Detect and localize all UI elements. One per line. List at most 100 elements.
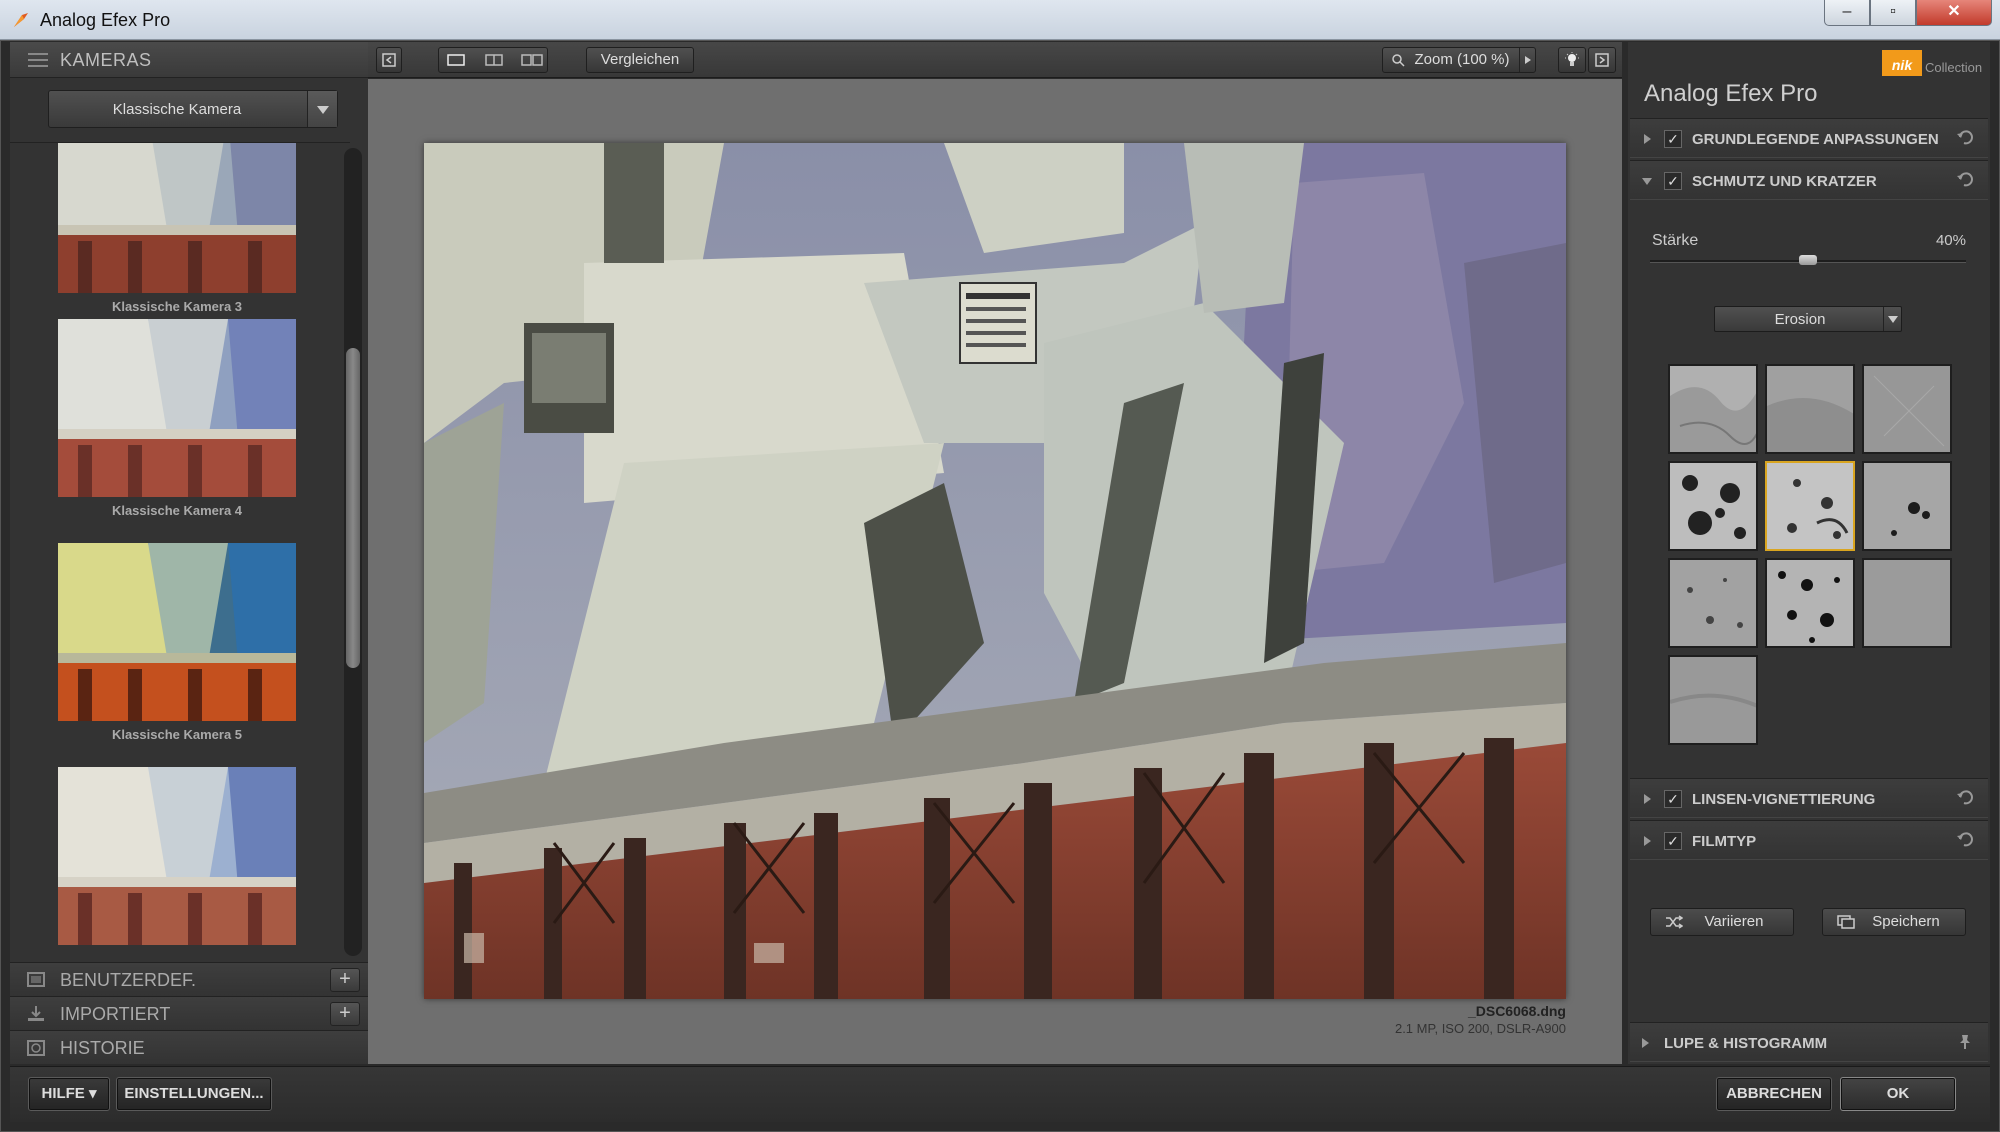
- texture-swatch[interactable]: [1668, 461, 1758, 551]
- section-label: SCHMUTZ UND KRATZER: [1692, 173, 1877, 190]
- help-button[interactable]: HILFE ▾: [28, 1077, 110, 1111]
- left-panel: KAMERAS Klassische Kamera Klassische Kam…: [10, 42, 368, 1064]
- texture-swatch-selected[interactable]: [1765, 461, 1855, 551]
- scrollbar-thumb[interactable]: [346, 348, 360, 668]
- kameras-header[interactable]: KAMERAS: [10, 42, 368, 78]
- texture-swatch[interactable]: [1668, 364, 1758, 454]
- chevron-down-icon[interactable]: [307, 91, 337, 127]
- menu-icon: [28, 53, 48, 67]
- view-mode-group: [438, 47, 548, 73]
- preset-preview-image: [58, 319, 296, 497]
- preset-thumbnail[interactable]: Klassische Kamera 4: [58, 319, 296, 518]
- preset-caption: Klassische Kamera 4: [111, 503, 243, 518]
- maximize-button[interactable]: ▫: [1870, 0, 1916, 26]
- panel-toggle-icon: [382, 53, 396, 67]
- texture-swatch[interactable]: [1862, 364, 1952, 454]
- image-info: _DSC6068.dng 2.1 MP, ISO 200, DSLR-A900: [1395, 1003, 1566, 1036]
- panel-toggle-icon: [1595, 53, 1609, 67]
- reset-icon[interactable]: [1956, 831, 1974, 849]
- side-by-side-view-icon[interactable]: [521, 54, 543, 66]
- section-basic-adjustments[interactable]: ✓ GRUNDLEGENDE ANPASSUNGEN: [1630, 118, 1988, 158]
- expand-icon[interactable]: [1644, 794, 1651, 804]
- texture-swatch[interactable]: [1862, 461, 1952, 551]
- preview-toolbar: Vergleichen Zoom (100 %): [368, 42, 1622, 78]
- zoom-arrow-icon[interactable]: [1519, 48, 1535, 72]
- chevron-down-icon[interactable]: [1883, 307, 1901, 331]
- hide-left-panel-button[interactable]: [376, 47, 402, 73]
- compare-button[interactable]: Vergleichen: [586, 47, 694, 73]
- section-enable-checkbox[interactable]: ✓: [1664, 130, 1682, 148]
- slider-handle[interactable]: [1799, 255, 1817, 265]
- single-view-icon[interactable]: [447, 54, 465, 66]
- expand-icon[interactable]: [1644, 836, 1651, 846]
- preset-thumbnail[interactable]: [58, 767, 296, 951]
- reset-icon[interactable]: [1956, 129, 1974, 147]
- import-preset-button[interactable]: +: [330, 1002, 360, 1026]
- filter-title: Analog Efex Pro: [1644, 80, 1818, 107]
- cancel-button[interactable]: ABBRECHEN: [1716, 1077, 1832, 1111]
- minimize-button[interactable]: –: [1824, 0, 1870, 26]
- texture-type-value: Erosion: [1774, 311, 1826, 328]
- section-label: LUPE & HISTOGRAMM: [1664, 1035, 1828, 1052]
- camera-category-value: Klassische Kamera: [112, 101, 242, 118]
- reset-icon[interactable]: [1956, 171, 1974, 189]
- image-metadata: 2.1 MP, ISO 200, DSLR-A900: [1394, 1021, 1566, 1036]
- section-label: GRUNDLEGENDE ANPASSUNGEN: [1692, 131, 1939, 148]
- preview-canvas[interactable]: _DSC6068.dng 2.1 MP, ISO 200, DSLR-A900: [368, 79, 1622, 1064]
- section-dirt-scratches[interactable]: ✓ SCHMUTZ UND KRATZER: [1630, 160, 1988, 200]
- history-icon: [27, 1040, 45, 1056]
- image-filename: _DSC6068.dng: [1467, 1003, 1566, 1019]
- app-icon: [14, 13, 28, 27]
- settings-button[interactable]: EINSTELLUNGEN...: [116, 1077, 272, 1111]
- zoom-control[interactable]: Zoom (100 %): [1382, 47, 1536, 73]
- save-preset-button[interactable]: Speichern: [1822, 908, 1966, 936]
- texture-swatch[interactable]: [1765, 558, 1855, 648]
- expand-icon[interactable]: [1644, 134, 1651, 144]
- expand-icon[interactable]: [1642, 1038, 1649, 1048]
- kameras-label: KAMERAS: [60, 50, 152, 70]
- section-film-type[interactable]: ✓ FILMTYP: [1630, 820, 1988, 860]
- pin-icon[interactable]: [1956, 1033, 1974, 1051]
- bottom-bar: HILFE ▾ EINSTELLUNGEN... ABBRECHEN OK: [10, 1066, 1990, 1122]
- ok-button[interactable]: OK: [1840, 1077, 1956, 1111]
- thumbnail-scrollbar[interactable]: [344, 148, 362, 956]
- split-view-icon[interactable]: [485, 54, 503, 66]
- vary-label: Variieren: [1704, 913, 1764, 930]
- texture-swatch[interactable]: [1862, 558, 1952, 648]
- preset-thumbnail[interactable]: Klassische Kamera 3: [58, 143, 296, 314]
- camera-category-dropdown[interactable]: Klassische Kamera: [48, 90, 338, 128]
- add-custom-preset-button[interactable]: +: [330, 968, 360, 992]
- preset-caption: Klassische Kamera 3: [111, 299, 243, 314]
- magnifier-icon: [1392, 54, 1405, 67]
- texture-type-dropdown[interactable]: Erosion: [1714, 306, 1902, 332]
- nik-logo: nik: [1882, 50, 1922, 76]
- section-lens-vignette[interactable]: ✓ LINSEN-VIGNETTIERUNG: [1630, 778, 1988, 818]
- preview-image[interactable]: [424, 143, 1566, 999]
- hide-right-panel-button[interactable]: [1588, 47, 1616, 73]
- save-preset-label: Speichern: [1872, 913, 1940, 930]
- historie-section[interactable]: HISTORIE: [10, 1030, 368, 1064]
- section-enable-checkbox[interactable]: ✓: [1664, 790, 1682, 808]
- section-enable-checkbox[interactable]: ✓: [1664, 832, 1682, 850]
- benutzerdef-section[interactable]: BENUTZERDEF. +: [10, 962, 368, 996]
- preset-thumbnail[interactable]: Klassische Kamera 5: [58, 543, 296, 742]
- close-button[interactable]: ✕: [1916, 0, 1992, 26]
- importiert-section[interactable]: IMPORTIERT +: [10, 996, 368, 1030]
- texture-swatch[interactable]: [1765, 364, 1855, 454]
- strength-slider[interactable]: [1650, 255, 1966, 265]
- preset-preview-image: [58, 143, 296, 293]
- preset-preview-image: [58, 767, 296, 945]
- preset-caption: Klassische Kamera 5: [111, 727, 243, 742]
- lightbulb-icon: [1565, 52, 1579, 66]
- texture-swatch[interactable]: [1668, 655, 1758, 745]
- historie-label: HISTORIE: [60, 1038, 145, 1058]
- background-light-button[interactable]: [1558, 47, 1586, 73]
- vary-button[interactable]: Variieren: [1650, 908, 1794, 936]
- reset-icon[interactable]: [1956, 789, 1974, 807]
- texture-swatch[interactable]: [1668, 558, 1758, 648]
- section-label: FILMTYP: [1692, 833, 1757, 850]
- title-bar: Analog Efex Pro – ▫ ✕: [0, 0, 2000, 40]
- section-enable-checkbox[interactable]: ✓: [1664, 172, 1682, 190]
- collapse-icon[interactable]: [1642, 178, 1652, 185]
- section-loupe-histogram[interactable]: LUPE & HISTOGRAMM: [1630, 1022, 1988, 1062]
